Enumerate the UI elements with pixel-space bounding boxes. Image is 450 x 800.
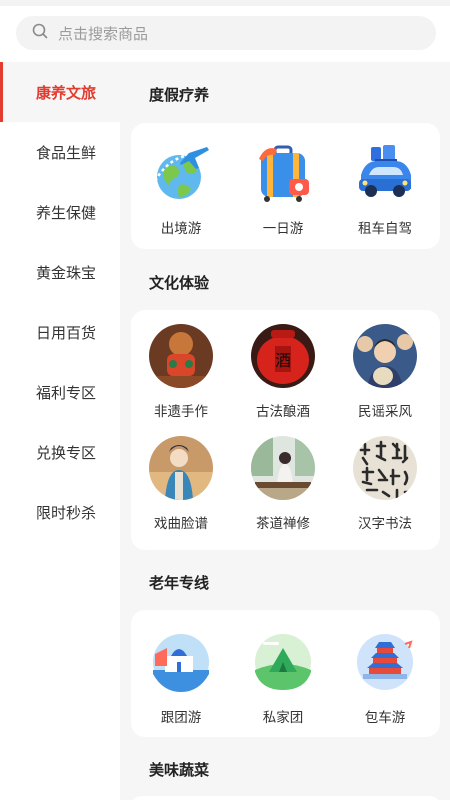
airplane-globe-icon: [149, 141, 213, 205]
tea-ceremony-photo: [251, 436, 315, 500]
category-tile-car-rental[interactable]: 租车自驾: [335, 141, 435, 237]
car-luggage-icon: [353, 141, 417, 205]
sidebar-item-exchange[interactable]: 兑换专区: [0, 422, 120, 482]
category-tile-folk-songs[interactable]: 民谣采风: [335, 324, 435, 420]
category-tile-opera-masks[interactable]: 戏曲脸谱: [131, 436, 231, 532]
category-tile-tea-zen[interactable]: 茶道禅修: [233, 436, 333, 532]
sidebar-item-food-fresh[interactable]: 食品生鲜: [0, 122, 120, 182]
section-title: 老年专线: [149, 574, 210, 592]
sidebar-item-kangyang-wenlv[interactable]: 康养文旅: [0, 62, 120, 122]
craft-photo: [149, 324, 213, 388]
category-label: 茶道禅修: [256, 516, 310, 532]
section-title: 度假疗养: [149, 86, 210, 104]
sidebar-item-gold-jewelry[interactable]: 黄金珠宝: [0, 242, 120, 302]
section-title: 美味蔬菜: [149, 761, 210, 779]
category-label: 民谣采风: [358, 404, 412, 420]
section-card-vegetables: [131, 796, 440, 800]
search-placeholder[interactable]: 点击搜索商品: [58, 23, 148, 44]
search-icon: [32, 23, 48, 43]
category-label: 跟团游: [160, 710, 202, 726]
category-label: 私家团: [262, 710, 304, 726]
category-tile-group-tour[interactable]: 跟团游: [131, 630, 231, 726]
sidebar-item-label: 康养文旅: [36, 83, 97, 102]
category-label: 租车自驾: [358, 221, 412, 237]
section-title: 文化体验: [149, 274, 210, 292]
sidebar-item-label: 限时秒杀: [36, 503, 97, 522]
sidebar-item-daily-goods[interactable]: 日用百货: [0, 302, 120, 362]
status-strip: [0, 0, 450, 6]
header-bar: 点击搜索商品: [0, 0, 450, 62]
opera-photo: [149, 436, 213, 500]
folk-music-photo: [353, 324, 417, 388]
sidebar-item-label: 福利专区: [36, 383, 97, 402]
sidebar-item-label: 黄金珠宝: [36, 263, 97, 282]
category-label: 出境游: [160, 221, 202, 237]
santorini-icon: [149, 630, 213, 694]
calligraphy-photo: [353, 436, 417, 500]
section-card-vacation: 出境游 一日游 租车自驾: [131, 123, 440, 249]
category-tile-intangible-craft[interactable]: 非遗手作: [131, 324, 231, 420]
sidebar-item-label: 兑换专区: [36, 443, 97, 462]
category-content: 度假疗养 出境游 一日游 租车自驾 文化体验 非遗手作 酒 古法酿酒 民谣采风 …: [120, 62, 450, 800]
section-card-senior: 跟团游 私家团 包车游: [131, 610, 440, 737]
search-bar[interactable]: 点击搜索商品: [16, 16, 436, 50]
category-label: 包车游: [364, 710, 406, 726]
svg-text:酒: 酒: [275, 351, 291, 370]
sidebar-item-label: 食品生鲜: [36, 143, 97, 162]
category-tile-calligraphy[interactable]: 汉字书法: [335, 436, 435, 532]
section-card-culture: 非遗手作 酒 古法酿酒 民谣采风 戏曲脸谱 茶道禅修 汉字书法: [131, 310, 440, 550]
sidebar-item-welfare[interactable]: 福利专区: [0, 362, 120, 422]
sidebar-item-label: 日用百货: [36, 323, 97, 342]
wine-jar-photo: 酒: [251, 324, 315, 388]
tent-icon: [251, 630, 315, 694]
sidebar-item-label: 养生保健: [36, 203, 97, 222]
category-label: 戏曲脸谱: [154, 516, 208, 532]
temple-of-heaven-icon: [353, 630, 417, 694]
category-tile-ancient-brewing[interactable]: 酒 古法酿酒: [233, 324, 333, 420]
suitcase-icon: [251, 141, 315, 205]
category-tile-overseas[interactable]: 出境游: [131, 141, 231, 237]
category-tile-private-tour[interactable]: 私家团: [233, 630, 333, 726]
category-sidebar: 康养文旅 食品生鲜 养生保健 黄金珠宝 日用百货 福利专区 兑换专区 限时秒杀: [0, 62, 120, 800]
category-tile-chartered-tour[interactable]: 包车游: [335, 630, 435, 726]
category-label: 古法酿酒: [256, 404, 310, 420]
sidebar-item-flash-sale[interactable]: 限时秒杀: [0, 482, 120, 542]
category-label: 汉字书法: [358, 516, 412, 532]
sidebar-item-health-care[interactable]: 养生保健: [0, 182, 120, 242]
category-label: 非遗手作: [154, 404, 208, 420]
category-tile-day-trip[interactable]: 一日游: [233, 141, 333, 237]
category-label: 一日游: [262, 221, 304, 237]
